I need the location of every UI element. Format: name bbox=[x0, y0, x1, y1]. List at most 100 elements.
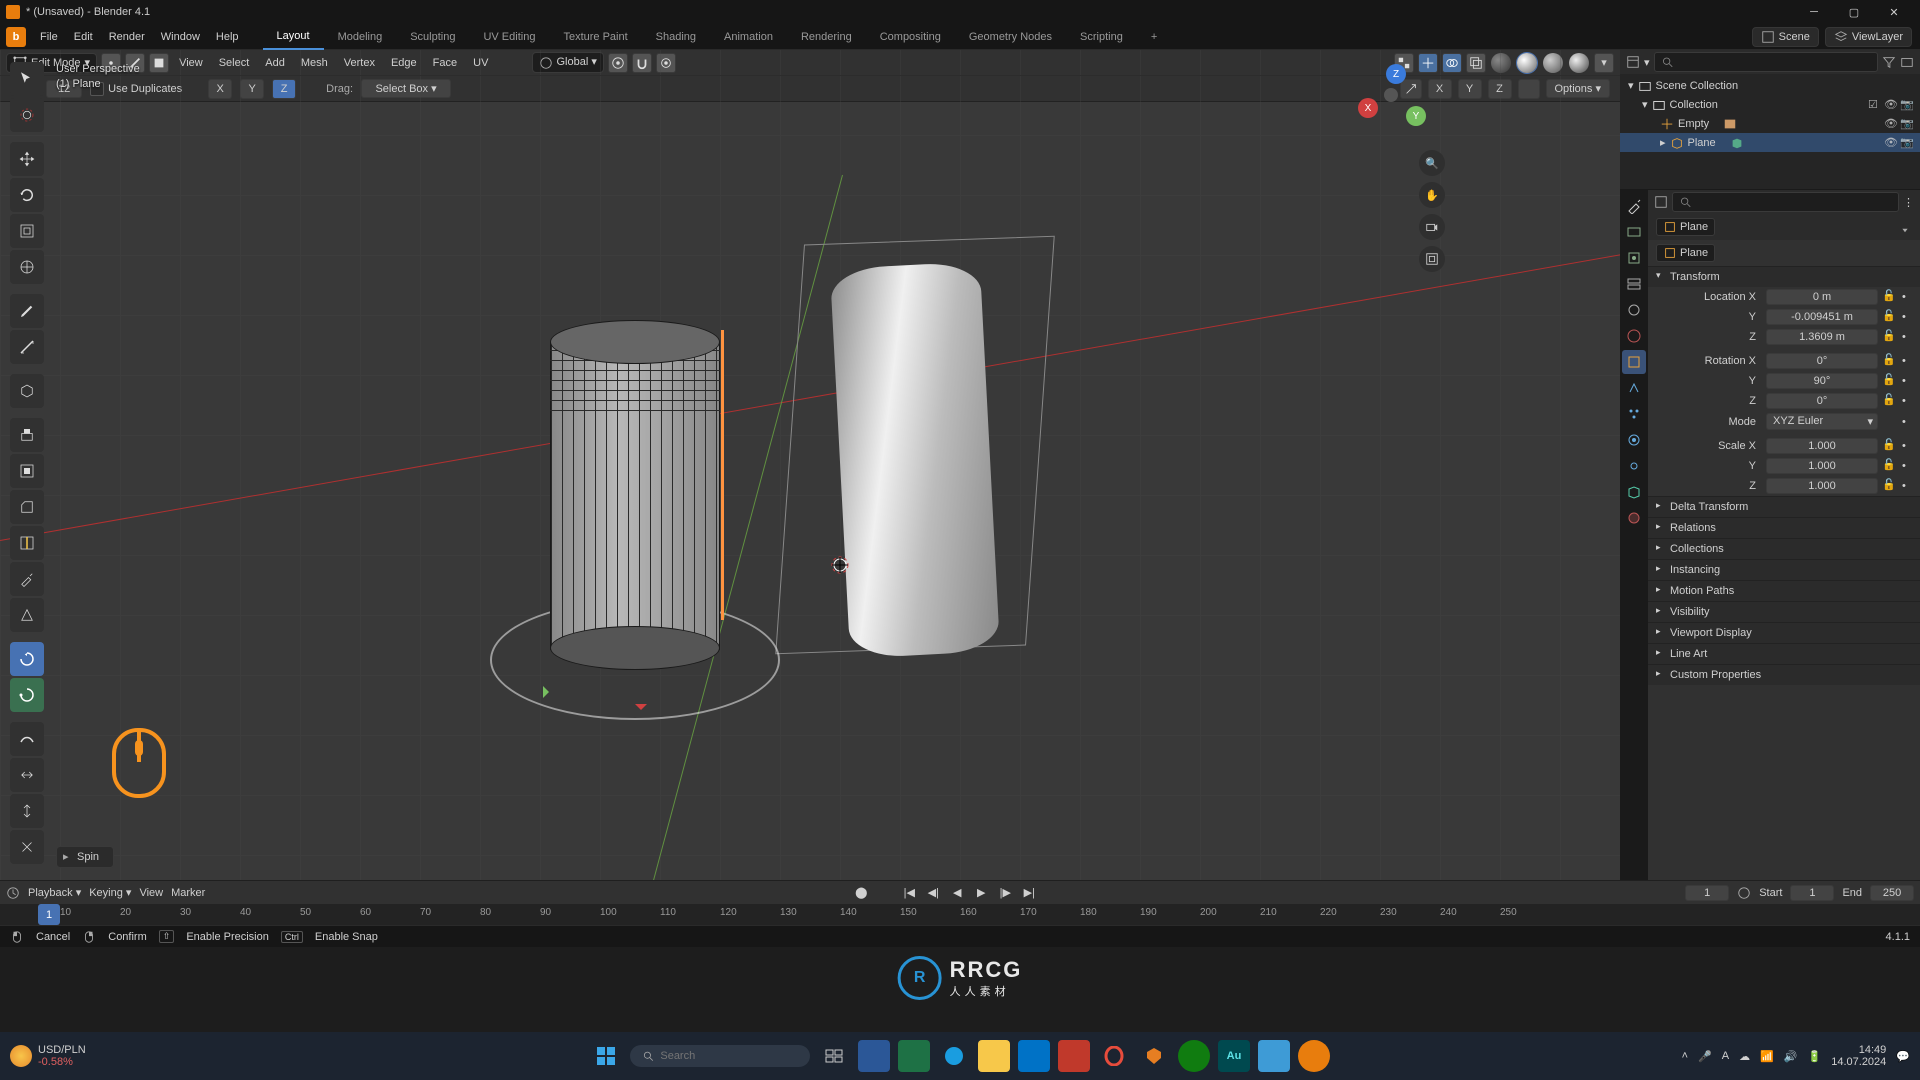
hide-viewport-toggle[interactable]: 👁 bbox=[1884, 117, 1898, 131]
nav-gizmo[interactable]: Z X Y bbox=[1360, 64, 1430, 134]
gizmo-y[interactable]: Y bbox=[1406, 106, 1426, 126]
zoom-button[interactable]: 🔍 bbox=[1419, 150, 1445, 176]
tool-transform[interactable] bbox=[10, 250, 44, 284]
jump-prev-key-button[interactable]: ◀| bbox=[925, 885, 941, 901]
tray-chevron-up-icon[interactable]: ˄ bbox=[1682, 1050, 1688, 1062]
taskbar-app-opera[interactable] bbox=[1098, 1040, 1130, 1072]
scale-y-field[interactable]: 1.000 bbox=[1766, 458, 1878, 474]
menu-render[interactable]: Render bbox=[101, 31, 153, 43]
timeline-keying-menu[interactable]: Keying ▾ bbox=[89, 886, 131, 899]
rotation-mode-selector[interactable]: XYZ Euler ▾ bbox=[1766, 413, 1878, 430]
properties-options-button[interactable]: ⋮ bbox=[1903, 196, 1914, 209]
workspace-geometry-nodes[interactable]: Geometry Nodes bbox=[955, 24, 1066, 50]
workspace-uv-editing[interactable]: UV Editing bbox=[469, 24, 549, 50]
tray-volume-icon[interactable]: 🔊 bbox=[1784, 1050, 1798, 1063]
location-x-field[interactable]: 0 m bbox=[1766, 289, 1878, 305]
taskbar-search-input[interactable] bbox=[660, 1050, 798, 1062]
taskbar-app-edge[interactable] bbox=[938, 1040, 970, 1072]
play-reverse-button[interactable]: ◀ bbox=[949, 885, 965, 901]
workspace-layout[interactable]: Layout bbox=[263, 24, 324, 50]
outliner-search-input[interactable] bbox=[1677, 56, 1871, 68]
timeline-view-menu[interactable]: View bbox=[139, 887, 163, 899]
blender-logo-icon[interactable]: b bbox=[6, 27, 26, 47]
menu-edit[interactable]: Edit bbox=[66, 31, 101, 43]
panel-motion-paths[interactable]: Motion Paths bbox=[1648, 581, 1920, 601]
disable-render-toggle[interactable]: 📷 bbox=[1900, 136, 1914, 150]
outliner-scene-collection[interactable]: ▾ Scene Collection bbox=[1620, 76, 1920, 95]
outliner-new-collection[interactable] bbox=[1900, 55, 1914, 69]
workspace-add[interactable]: + bbox=[1137, 24, 1171, 50]
panel-line-art[interactable]: Line Art bbox=[1648, 644, 1920, 664]
outliner-editor-icon[interactable] bbox=[1626, 55, 1640, 69]
lock-scalex-button[interactable]: 🔓 bbox=[1882, 438, 1898, 454]
play-button[interactable]: ▶ bbox=[973, 885, 989, 901]
tool-spin[interactable] bbox=[10, 642, 44, 676]
panel-instancing[interactable]: Instancing bbox=[1648, 560, 1920, 580]
prop-tab-world[interactable] bbox=[1622, 324, 1646, 348]
tool-rotate[interactable] bbox=[10, 178, 44, 212]
properties-editor-icon[interactable] bbox=[1654, 195, 1668, 209]
prop-tab-particles[interactable] bbox=[1622, 402, 1646, 426]
lock-y-button[interactable]: 🔓 bbox=[1882, 309, 1898, 325]
taskbar-search[interactable] bbox=[630, 1045, 810, 1067]
tool-extrude[interactable] bbox=[10, 418, 44, 452]
workspace-texture-paint[interactable]: Texture Paint bbox=[549, 24, 641, 50]
minimize-button[interactable]: ─ bbox=[1794, 0, 1834, 24]
workspace-rendering[interactable]: Rendering bbox=[787, 24, 866, 50]
start-frame-field[interactable]: 1 bbox=[1790, 885, 1834, 901]
taskbar-app-brave[interactable] bbox=[1138, 1040, 1170, 1072]
workspace-sculpting[interactable]: Sculpting bbox=[396, 24, 469, 50]
taskbar-app-shield[interactable] bbox=[1058, 1040, 1090, 1072]
workspace-scripting[interactable]: Scripting bbox=[1066, 24, 1137, 50]
prop-tab-scene[interactable] bbox=[1622, 298, 1646, 322]
prop-tab-viewlayer[interactable] bbox=[1622, 272, 1646, 296]
tray-battery-icon[interactable]: 🔋 bbox=[1808, 1050, 1822, 1063]
tool-cursor[interactable] bbox=[10, 98, 44, 132]
close-button[interactable]: ✕ bbox=[1874, 0, 1914, 24]
taskbar-app-notes[interactable] bbox=[1258, 1040, 1290, 1072]
workspace-shading[interactable]: Shading bbox=[642, 24, 710, 50]
pan-button[interactable]: ✋ bbox=[1419, 182, 1445, 208]
panel-viewport-display[interactable]: Viewport Display bbox=[1648, 623, 1920, 643]
scale-z-field[interactable]: 1.000 bbox=[1766, 478, 1878, 494]
menu-help[interactable]: Help bbox=[208, 31, 247, 43]
maximize-button[interactable]: ▢ bbox=[1834, 0, 1874, 24]
jump-end-button[interactable]: ▶| bbox=[1021, 885, 1037, 901]
tool-edge-slide[interactable] bbox=[10, 758, 44, 792]
taskbar-app-explorer[interactable] bbox=[978, 1040, 1010, 1072]
breadcrumb-object[interactable]: Plane bbox=[1656, 218, 1715, 236]
rotation-y-field[interactable]: 90° bbox=[1766, 373, 1878, 389]
operator-panel[interactable]: Spin bbox=[56, 846, 114, 868]
prop-tab-material[interactable] bbox=[1622, 506, 1646, 530]
end-frame-field[interactable]: 250 bbox=[1870, 885, 1914, 901]
tool-scale[interactable] bbox=[10, 214, 44, 248]
panel-transform-header[interactable]: Transform bbox=[1648, 267, 1920, 287]
properties-search-input[interactable] bbox=[1696, 196, 1892, 208]
lock-rotx-button[interactable]: 🔓 bbox=[1882, 353, 1898, 369]
reference-can-object[interactable] bbox=[830, 261, 1000, 658]
tray-lang-icon[interactable]: A bbox=[1722, 1050, 1729, 1062]
tool-spin-duplicates[interactable] bbox=[10, 678, 44, 712]
jump-start-button[interactable]: |◀ bbox=[901, 885, 917, 901]
workspace-animation[interactable]: Animation bbox=[710, 24, 787, 50]
timeline-ruler[interactable]: 1 10203040506070809010011012013014015016… bbox=[0, 904, 1920, 925]
prop-tab-constraints[interactable] bbox=[1622, 454, 1646, 478]
menu-window[interactable]: Window bbox=[153, 31, 208, 43]
prop-tab-render[interactable] bbox=[1622, 220, 1646, 244]
tray-onedrive-icon[interactable]: ☁ bbox=[1739, 1050, 1750, 1063]
tool-smooth[interactable] bbox=[10, 722, 44, 756]
3d-viewport[interactable]: Edit Mode ▾ View Select Add Mesh Vertex … bbox=[0, 50, 1620, 880]
prop-tab-data[interactable] bbox=[1622, 480, 1646, 504]
lock-roty-button[interactable]: 🔓 bbox=[1882, 373, 1898, 389]
location-z-field[interactable]: 1.3609 m bbox=[1766, 329, 1878, 345]
rotation-x-field[interactable]: 0° bbox=[1766, 353, 1878, 369]
task-view-button[interactable] bbox=[818, 1040, 850, 1072]
scale-x-field[interactable]: 1.000 bbox=[1766, 438, 1878, 454]
preview-range-icon[interactable] bbox=[1737, 886, 1751, 900]
tool-annotate[interactable] bbox=[10, 294, 44, 328]
hide-viewport-toggle[interactable]: 👁 bbox=[1884, 98, 1898, 112]
prop-tab-modifiers[interactable] bbox=[1622, 376, 1646, 400]
taskbar-app-2[interactable] bbox=[898, 1040, 930, 1072]
outliner-item-plane[interactable]: ▸ Plane 👁 📷 bbox=[1620, 133, 1920, 152]
jump-next-key-button[interactable]: |▶ bbox=[997, 885, 1013, 901]
